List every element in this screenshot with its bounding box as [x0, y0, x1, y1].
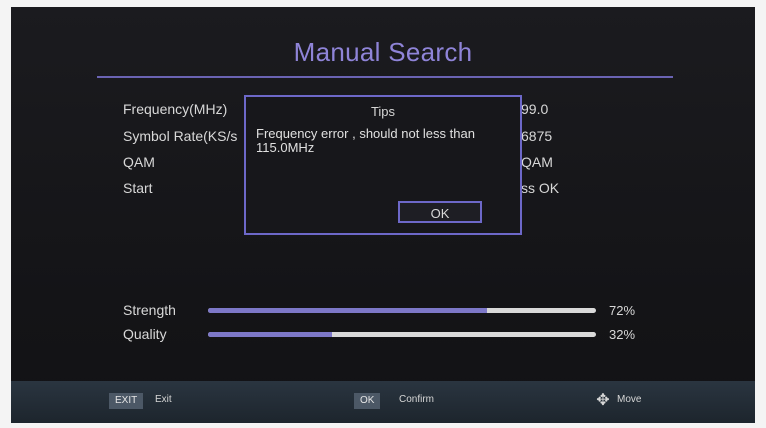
dialog-title: Tips: [370, 104, 396, 119]
dialog-message: Frequency error , should not less than 1…: [256, 126, 475, 155]
param-label-symbol-rate: Symbol Rate(KS/s: [123, 128, 238, 144]
quality-bar: [208, 332, 596, 337]
param-label-start: Start: [123, 180, 153, 196]
quality-bar-fill: [208, 332, 333, 337]
move-label: Move: [617, 394, 642, 405]
param-value-qam[interactable]: QAM: [521, 154, 553, 170]
footer-bar: EXIT Exit OK Confirm ✥ Move: [11, 381, 755, 423]
ok-key[interactable]: OK: [354, 393, 381, 409]
confirm-label: Confirm: [399, 394, 435, 405]
page-title: Manual Search: [293, 37, 473, 67]
strength-label: Strength: [123, 302, 176, 318]
quality-label: Quality: [123, 326, 167, 342]
ok-button[interactable]: OK: [398, 201, 482, 223]
exit-key[interactable]: EXIT: [109, 393, 144, 409]
tv-screen: Manual Search Frequency(MHz) 99.0 Symbol…: [11, 7, 755, 423]
param-value-start[interactable]: ss OK: [521, 180, 559, 196]
param-label-qam: QAM: [123, 154, 155, 170]
strength-bar: [208, 308, 596, 313]
strength-value: 72%: [609, 303, 636, 318]
exit-label: Exit: [155, 394, 172, 405]
param-value-frequency[interactable]: 99.0: [521, 101, 548, 117]
param-label-frequency: Frequency(MHz): [123, 101, 228, 117]
tips-dialog: Tips Frequency error , should not less t…: [244, 95, 522, 235]
title-divider: [97, 76, 673, 78]
move-arrows-icon: ✥: [596, 392, 610, 409]
param-value-symbol-rate[interactable]: 6875: [521, 128, 552, 144]
strength-bar-fill: [208, 308, 488, 313]
quality-value: 32%: [609, 327, 636, 342]
